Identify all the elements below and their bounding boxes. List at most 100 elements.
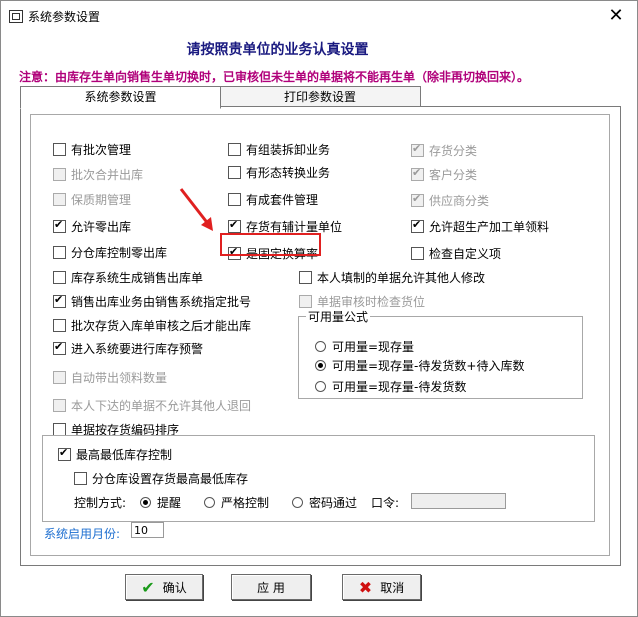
- option-col3-1-label: 存货分类: [429, 144, 478, 158]
- option-col3-2-checkbox-box: [411, 166, 424, 181]
- option-col2-3-label: 有成套件管理: [246, 193, 319, 207]
- option-col1-6-checkbox-box[interactable]: [53, 271, 66, 284]
- warehouse-max-min-checkbox-box[interactable]: [74, 472, 87, 485]
- option-col1-6-checkbox[interactable]: 库存系统生成销售出库单: [53, 269, 203, 286]
- password-label: 口令:: [371, 496, 400, 510]
- mode-strict-radio[interactable]: 严格控制: [204, 494, 269, 511]
- checkmark-icon: ✔: [141, 577, 155, 597]
- option-col1-2-checkbox-box: [53, 168, 66, 181]
- option-col3-3-checkbox-box: [411, 192, 424, 207]
- option-col3-2-label: 客户分类: [429, 168, 478, 182]
- option-col1-11-label: 本人下达的单据不允许其他人退回: [71, 399, 252, 413]
- option-col1-1-label: 有批次管理: [71, 143, 132, 157]
- option-col1-9-label: 进入系统要进行库存预警: [71, 342, 204, 356]
- option-col2-1-checkbox-box[interactable]: [228, 143, 241, 156]
- option-col2-3-checkbox-box[interactable]: [228, 193, 241, 206]
- formula-option-1-label: 可用量=现存量: [332, 340, 415, 354]
- warehouse-max-min-label: 分仓库设置存货最高最低库存: [92, 472, 249, 486]
- ok-button-label: 确认: [162, 580, 187, 595]
- apply-button[interactable]: 应 用: [231, 574, 311, 600]
- option-col1-3-checkbox-box: [53, 193, 66, 206]
- max-min-stock-label: 最高最低库存控制: [76, 448, 173, 462]
- option-col1-4-checkbox-box[interactable]: [53, 218, 66, 233]
- option-col2-2-checkbox[interactable]: 有形态转换业务: [228, 164, 330, 181]
- password-input[interactable]: [411, 493, 506, 509]
- start-month-label: 系统启用月份:: [44, 527, 121, 541]
- max-min-stock-checkbox[interactable]: 最高最低库存控制: [58, 446, 172, 463]
- mode-remind-radio[interactable]: 提醒: [140, 494, 181, 511]
- option-col3-4-checkbox[interactable]: 允许超生产加工单领料: [411, 218, 549, 235]
- mode-password-label: 密码通过: [309, 496, 358, 510]
- cross-icon: ✖: [358, 577, 373, 597]
- option-col1-1-checkbox-box[interactable]: [53, 143, 66, 156]
- option-col1-5-label: 分仓库控制零出库: [71, 246, 168, 260]
- option-col1-2-label: 批次合并出库: [71, 168, 144, 182]
- option-col1-10-checkbox: 自动带出领料数量: [53, 369, 167, 386]
- option-col2-1-checkbox[interactable]: 有组装拆卸业务: [228, 141, 330, 158]
- mode-strict-radio-dot[interactable]: [204, 497, 215, 508]
- option-col1-4-label: 允许零出库: [71, 220, 132, 234]
- close-button[interactable]: ✕: [603, 5, 629, 27]
- option-col1-10-checkbox-box: [53, 371, 66, 384]
- option-col1-9-checkbox-box[interactable]: [53, 340, 66, 355]
- option-col1-8-checkbox-box[interactable]: [53, 319, 66, 332]
- option-col2-6-checkbox-box[interactable]: [299, 271, 312, 284]
- formula-option-3-label: 可用量=现存量-待发货数: [332, 380, 467, 394]
- available-formula-legend: 可用量公式: [306, 308, 371, 325]
- option-col1-1-checkbox[interactable]: 有批次管理: [53, 141, 131, 158]
- cancel-button[interactable]: ✖ 取消: [342, 574, 421, 600]
- annotation-highlight-box: [220, 233, 321, 256]
- option-col1-8-checkbox[interactable]: 批次存货入库单审核之后才能出库: [53, 317, 251, 334]
- option-col1-2-checkbox: 批次合并出库: [53, 166, 143, 183]
- start-month-input[interactable]: 10: [131, 522, 164, 538]
- option-col1-5-checkbox[interactable]: 分仓库控制零出库: [53, 244, 167, 261]
- mode-remind-radio-dot[interactable]: [140, 497, 151, 508]
- option-col2-6-checkbox[interactable]: 本人填制的单据允许其他人修改: [299, 269, 485, 286]
- option-col3-5-checkbox[interactable]: 检查自定义项: [411, 245, 501, 262]
- option-col2-2-checkbox-box[interactable]: [228, 166, 241, 179]
- option-col1-5-checkbox-box[interactable]: [53, 246, 66, 259]
- option-col3-5-checkbox-box[interactable]: [411, 247, 424, 260]
- mode-password-radio[interactable]: 密码通过: [292, 494, 357, 511]
- option-col2-4-checkbox-box[interactable]: [228, 218, 241, 233]
- formula-option-1-radio[interactable]: 可用量=现存量: [315, 338, 414, 355]
- option-col2-3-checkbox[interactable]: 有成套件管理: [228, 191, 318, 208]
- apply-button-label: 应 用: [257, 580, 285, 595]
- option-col1-9-checkbox[interactable]: 进入系统要进行库存预警: [53, 340, 203, 357]
- formula-option-2-radio-dot[interactable]: [315, 360, 326, 371]
- tab-print-params[interactable]: 打印参数设置: [219, 86, 421, 107]
- option-col1-11-checkbox-box: [53, 399, 66, 412]
- formula-option-1-radio-dot[interactable]: [315, 341, 326, 352]
- option-col1-3-label: 保质期管理: [71, 193, 132, 207]
- option-col3-4-label: 允许超生产加工单领料: [429, 220, 550, 234]
- mode-remind-label: 提醒: [157, 496, 182, 510]
- max-min-stock-checkbox-box[interactable]: [58, 446, 71, 461]
- option-col1-3-checkbox: 保质期管理: [53, 191, 131, 208]
- option-col3-3-checkbox: 供应商分类: [411, 192, 489, 209]
- formula-option-2-label: 可用量=现存量-待发货数+待入库数: [332, 359, 525, 373]
- option-col3-4-checkbox-box[interactable]: [411, 218, 424, 233]
- option-col3-5-label: 检查自定义项: [429, 247, 502, 261]
- notice-text: 注意：由库存生单向销售生单切换时，已审核但未生单的单据将不能再生单（除非再切换回…: [19, 70, 530, 84]
- option-col1-6-label: 库存系统生成销售出库单: [71, 271, 204, 285]
- option-col1-4-checkbox[interactable]: 允许零出库: [53, 218, 131, 235]
- option-col1-7-checkbox-box[interactable]: [53, 293, 66, 308]
- formula-option-3-radio-dot[interactable]: [315, 381, 326, 392]
- option-col1-7-checkbox[interactable]: 销售出库业务由销售系统指定批号: [53, 293, 251, 310]
- option-col3-1-checkbox-box: [411, 142, 424, 157]
- warehouse-max-min-checkbox[interactable]: 分仓库设置存货最高最低库存: [74, 470, 248, 487]
- ok-button[interactable]: ✔ 确认: [125, 574, 203, 600]
- annotation-arrow-icon: [179, 188, 213, 231]
- tab-system-params[interactable]: 系统参数设置: [20, 86, 221, 109]
- formula-option-3-radio[interactable]: 可用量=现存量-待发货数: [315, 378, 466, 395]
- system-params-dialog: 系统参数设置 ✕ 请按照贵单位的业务认真设置 注意：由库存生单向销售生单切换时，…: [0, 0, 638, 617]
- option-col2-6-label: 本人填制的单据允许其他人修改: [317, 271, 486, 285]
- mode-password-radio-dot[interactable]: [292, 497, 303, 508]
- option-col2-2-label: 有形态转换业务: [246, 166, 331, 180]
- option-col1-8-label: 批次存货入库单审核之后才能出库: [71, 319, 252, 333]
- option-col3-2-checkbox: 客户分类: [411, 166, 477, 183]
- mode-strict-label: 严格控制: [221, 496, 270, 510]
- title-bar: 系统参数设置 ✕: [1, 1, 637, 31]
- control-mode-label: 控制方式:: [74, 496, 127, 510]
- formula-option-2-radio[interactable]: 可用量=现存量-待发货数+待入库数: [315, 357, 524, 374]
